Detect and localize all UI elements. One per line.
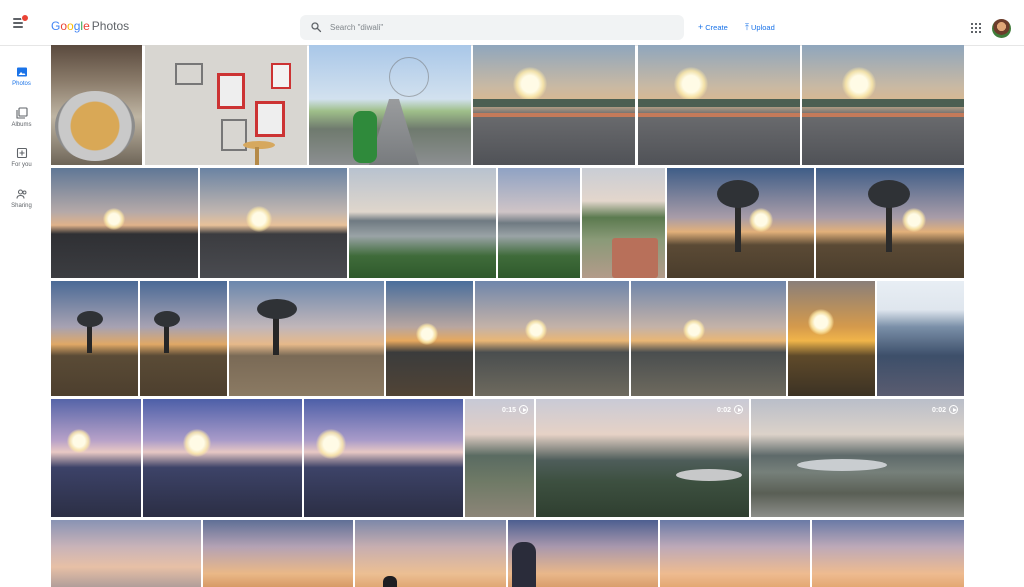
photo-icon bbox=[16, 67, 27, 77]
photo-thumbnail[interactable] bbox=[140, 281, 227, 396]
sidebar-item-label: For you bbox=[11, 162, 32, 168]
photo-thumbnail[interactable] bbox=[877, 281, 964, 396]
photo-thumbnail[interactable] bbox=[788, 281, 875, 396]
photo-thumbnail[interactable] bbox=[631, 281, 786, 396]
photo-thumbnail[interactable] bbox=[203, 520, 353, 587]
google-photos-logo[interactable]: Google Photos bbox=[51, 19, 129, 33]
photo-thumbnail[interactable] bbox=[145, 45, 307, 165]
account-avatar[interactable] bbox=[992, 19, 1011, 38]
photo-thumbnail[interactable] bbox=[51, 45, 142, 165]
top-app-bar: GooglePhotos +Create ⤒Upload bbox=[0, 0, 1024, 46]
notification-dot bbox=[21, 14, 29, 22]
play-icon bbox=[519, 405, 528, 414]
search-icon bbox=[311, 22, 322, 33]
main-menu-button[interactable] bbox=[11, 14, 29, 30]
play-icon bbox=[734, 405, 743, 414]
sidebar-item-label: Albums bbox=[11, 122, 32, 128]
photo-thumbnail[interactable] bbox=[638, 45, 800, 165]
photo-thumbnail[interactable] bbox=[304, 399, 463, 517]
apps-grid-icon[interactable] bbox=[971, 23, 981, 33]
upload-icon: ⤒ bbox=[745, 22, 749, 32]
photo-thumbnail[interactable] bbox=[660, 520, 810, 587]
photo-grid: 0:15 0:02 0:02 bbox=[51, 45, 964, 587]
search-input[interactable] bbox=[330, 19, 670, 36]
photo-thumbnail[interactable] bbox=[349, 168, 496, 278]
albums-icon bbox=[15, 107, 28, 119]
plus-icon: + bbox=[698, 22, 704, 32]
photo-thumbnail[interactable] bbox=[812, 520, 964, 587]
photo-thumbnail[interactable] bbox=[355, 520, 506, 587]
sidebar-item-label: Photos bbox=[12, 81, 31, 87]
upload-button[interactable]: ⤒ Upload bbox=[745, 22, 775, 33]
photo-thumbnail[interactable] bbox=[582, 168, 665, 278]
video-thumbnail[interactable]: 0:02 bbox=[536, 399, 749, 517]
photo-thumbnail[interactable] bbox=[473, 45, 635, 165]
photo-thumbnail[interactable] bbox=[51, 168, 198, 278]
sidebar-item-albums[interactable]: Albums bbox=[0, 107, 43, 128]
photo-thumbnail[interactable] bbox=[386, 281, 473, 396]
photo-thumbnail[interactable] bbox=[309, 45, 471, 165]
sidebar-item-for-you[interactable]: For you bbox=[0, 147, 43, 168]
photo-thumbnail[interactable] bbox=[51, 399, 141, 517]
create-button[interactable]: + Create bbox=[698, 22, 728, 32]
for-you-icon bbox=[16, 147, 27, 159]
photo-thumbnail[interactable] bbox=[498, 168, 580, 278]
sidebar-item-photos[interactable]: Photos bbox=[0, 66, 43, 87]
photo-thumbnail[interactable] bbox=[51, 281, 138, 396]
photo-thumbnail[interactable] bbox=[143, 399, 302, 517]
play-icon bbox=[949, 405, 958, 414]
photo-thumbnail[interactable] bbox=[508, 520, 658, 587]
photo-thumbnail[interactable] bbox=[802, 45, 964, 165]
video-thumbnail[interactable]: 0:15 bbox=[465, 399, 534, 517]
photo-thumbnail[interactable] bbox=[667, 168, 814, 278]
photo-thumbnail[interactable] bbox=[475, 281, 629, 396]
sidebar-item-label: Sharing bbox=[11, 203, 32, 209]
video-thumbnail[interactable]: 0:02 bbox=[751, 399, 964, 517]
logo-google-text: Google bbox=[51, 19, 90, 33]
sharing-icon bbox=[15, 189, 26, 199]
photo-thumbnail[interactable] bbox=[229, 281, 384, 396]
sidebar-item-sharing[interactable]: Sharing bbox=[0, 188, 43, 209]
photo-thumbnail[interactable] bbox=[51, 520, 201, 587]
video-duration: 0:15 bbox=[502, 405, 528, 414]
logo-photos-text: Photos bbox=[91, 19, 130, 33]
photo-thumbnail[interactable] bbox=[200, 168, 347, 278]
video-duration: 0:02 bbox=[717, 405, 743, 414]
search-bar[interactable] bbox=[300, 15, 684, 40]
video-duration: 0:02 bbox=[932, 405, 958, 414]
photo-thumbnail[interactable] bbox=[816, 168, 964, 278]
